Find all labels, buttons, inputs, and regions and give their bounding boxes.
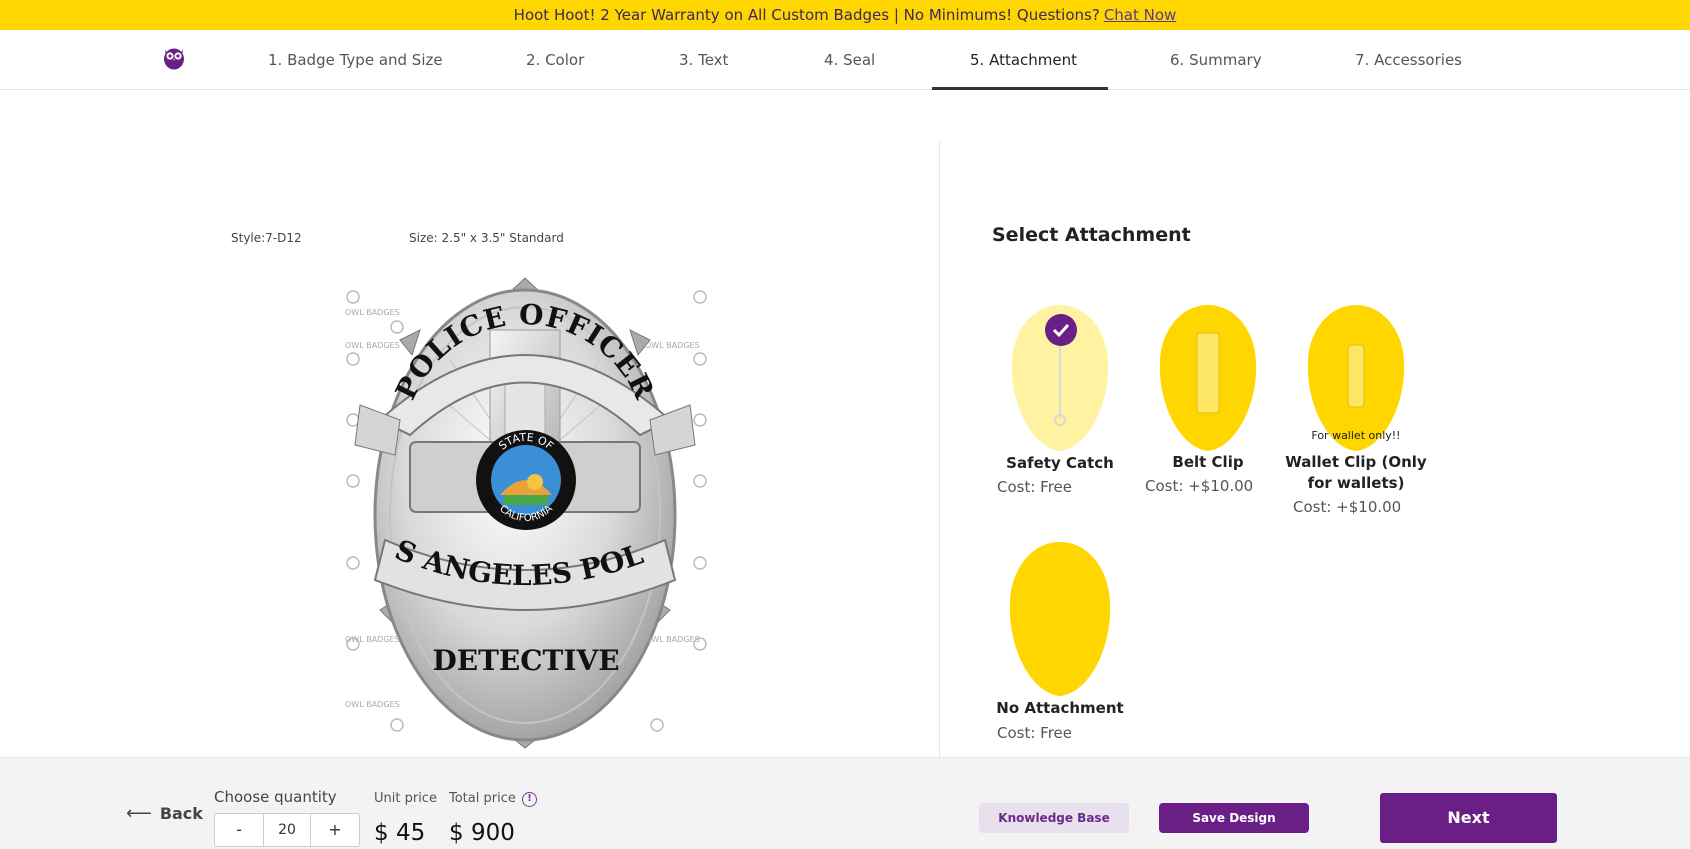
total-price-value: $ 900 — [449, 820, 515, 846]
active-tab-indicator — [932, 87, 1108, 90]
choose-quantity-label: Choose quantity — [214, 788, 337, 806]
attachment-cost: Cost: +$10.00 — [1293, 498, 1402, 516]
promo-banner: Hoot Hoot! 2 Year Warranty on All Custom… — [0, 0, 1690, 30]
promo-text: Hoot Hoot! 2 Year Warranty on All Custom… — [513, 6, 1100, 24]
svg-text:OWL BADGES: OWL BADGES — [345, 635, 400, 644]
attachment-cost: Cost: +$10.00 — [1145, 477, 1254, 495]
svg-text:OWL BADGES: OWL BADGES — [645, 635, 700, 644]
next-button[interactable]: Next — [1380, 793, 1557, 843]
quantity-stepper: - + — [214, 813, 360, 847]
badge-style-label: Style:7-D12 — [231, 231, 302, 245]
attachment-name: Wallet Clip (Only for wallets) — [1285, 453, 1427, 492]
attachment-name: Safety Catch — [1006, 454, 1114, 472]
tab-text[interactable]: 3. Text — [679, 30, 728, 90]
svg-text:OWL BADGES: OWL BADGES — [345, 341, 400, 350]
tab-accessories[interactable]: 7. Accessories — [1355, 30, 1462, 90]
svg-text:OWL BADGES: OWL BADGES — [645, 341, 700, 350]
unit-price-value: $ 45 — [374, 820, 426, 846]
save-design-button[interactable]: Save Design — [1159, 803, 1309, 833]
tab-badge-type[interactable]: 1. Badge Type and Size — [268, 30, 443, 90]
quantity-input[interactable] — [263, 814, 311, 846]
wallet-only-note: For wallet only!! — [1311, 429, 1401, 442]
tab-seal[interactable]: 4. Seal — [824, 30, 875, 90]
belt-clip-shape-icon — [1159, 305, 1257, 451]
back-label: Back — [159, 804, 203, 823]
select-attachment-title: Select Attachment — [992, 224, 1191, 246]
owl-logo-icon[interactable] — [163, 44, 185, 70]
svg-text:OWL BADGES: OWL BADGES — [345, 308, 400, 317]
badge-size-label: Size: 2.5" x 3.5" Standard — [409, 231, 564, 245]
attachment-cost: Cost: Free — [997, 724, 1072, 742]
footer-bar: ⟵ Back Choose quantity - + Unit price $ … — [0, 757, 1690, 849]
attachment-name: No Attachment — [996, 699, 1124, 717]
total-price-label: Total price — [449, 791, 516, 806]
step-nav: 1. Badge Type and Size 2. Color 3. Text … — [0, 30, 1690, 90]
unit-price-label: Unit price — [374, 791, 437, 806]
badge-bottom-text: DETECTIVE — [432, 644, 619, 677]
no-attachment-shape-icon — [1009, 542, 1111, 696]
attachment-option-safety-catch[interactable]: Safety Catch Cost: Free — [975, 300, 1145, 500]
attachment-cost: Cost: Free — [997, 478, 1072, 496]
tab-summary[interactable]: 6. Summary — [1170, 30, 1262, 90]
panel-divider — [939, 141, 940, 757]
badge-preview: POLICE OFFICER STATE OF CALIFORNIA LOS A… — [340, 270, 707, 749]
back-button[interactable]: ⟵ Back — [126, 803, 203, 824]
quantity-increment-button[interactable]: + — [311, 814, 359, 846]
attachment-option-belt-clip[interactable]: Belt Clip Cost: +$10.00 — [1123, 300, 1293, 500]
chat-now-link[interactable]: Chat Now — [1104, 6, 1177, 24]
info-icon[interactable]: ! — [522, 792, 537, 807]
attachment-name: Belt Clip — [1172, 453, 1244, 471]
svg-text:OWL BADGES: OWL BADGES — [345, 700, 400, 709]
attachment-option-none[interactable]: No Attachment Cost: Free — [975, 540, 1145, 745]
arrow-left-icon: ⟵ — [126, 803, 152, 824]
knowledge-base-button[interactable]: Knowledge Base — [979, 803, 1129, 833]
attachment-option-wallet-clip[interactable]: For wallet only!! Wallet Clip (Only for … — [1271, 300, 1441, 520]
quantity-decrement-button[interactable]: - — [215, 814, 263, 846]
tab-color[interactable]: 2. Color — [526, 30, 584, 90]
selected-check-icon — [1045, 314, 1077, 346]
tab-attachment[interactable]: 5. Attachment — [970, 30, 1077, 90]
